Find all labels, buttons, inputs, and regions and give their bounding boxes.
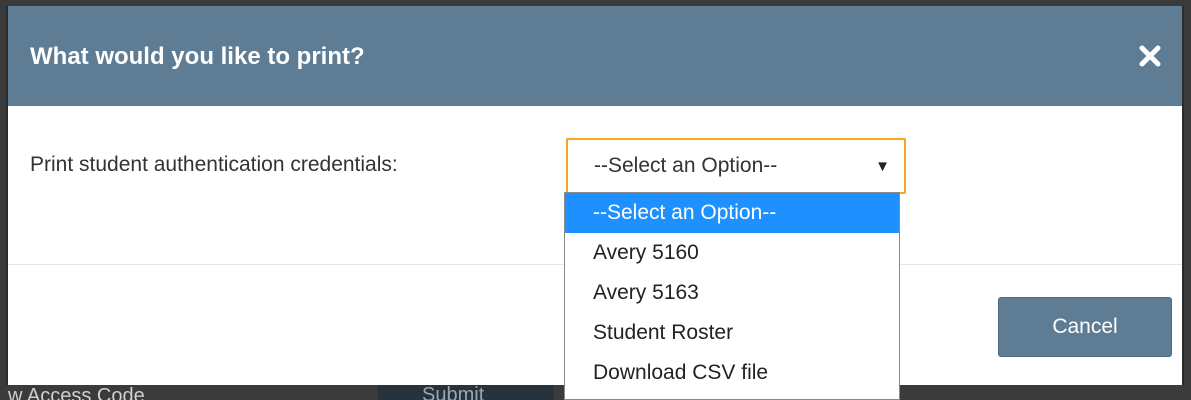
select-value: --Select an Option-- [594, 154, 778, 177]
credentials-label: Print student authentication credentials… [30, 153, 398, 176]
background-submit-label: Submit [422, 384, 485, 400]
dropdown-arrow-icon: ▼ [875, 158, 890, 175]
select-options-list: --Select an Option-- Avery 5160 Avery 51… [564, 192, 900, 400]
close-icon [1139, 45, 1161, 67]
select-option[interactable]: Avery 5163 [565, 273, 899, 313]
cancel-button[interactable]: Cancel [998, 297, 1172, 357]
select-option[interactable]: Download CSV file [565, 353, 899, 393]
select-option[interactable]: Avery 5160 [565, 233, 899, 273]
dialog-title: What would you like to print? [30, 43, 365, 70]
select-option[interactable]: --Select an Option-- [565, 193, 899, 233]
close-button[interactable] [1136, 42, 1164, 70]
dialog-header: What would you like to print? [8, 6, 1182, 106]
print-option-select[interactable]: --Select an Option-- ▼ [566, 138, 906, 194]
page: w Access Code Submit What would you like… [0, 0, 1191, 400]
background-submit-button: Submit [378, 384, 554, 400]
background-text: w Access Code [8, 385, 145, 400]
select-option[interactable]: Student Roster [565, 313, 899, 353]
